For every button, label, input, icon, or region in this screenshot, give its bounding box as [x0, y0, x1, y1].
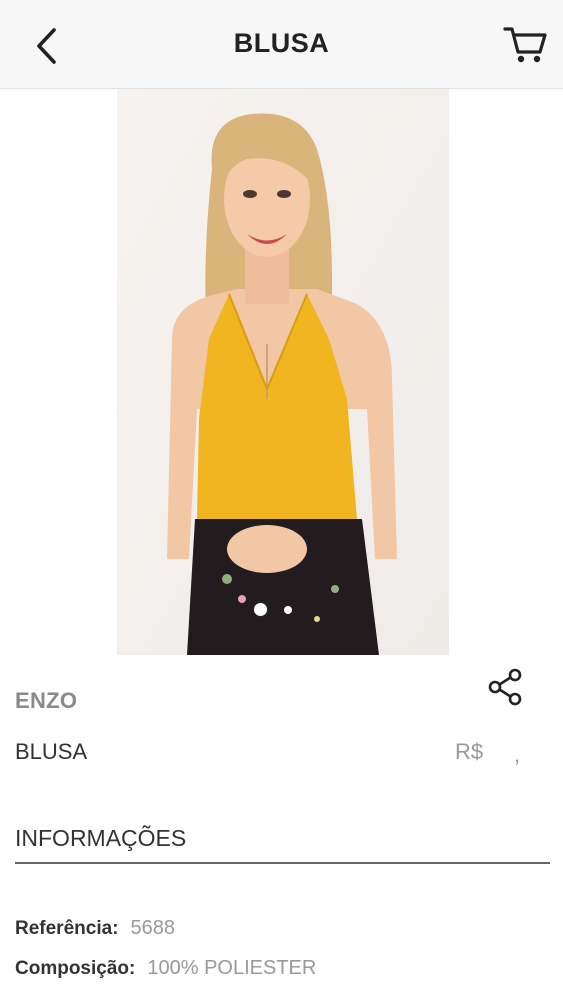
gallery-dot[interactable]: [283, 604, 293, 615]
composition-row: Composição: 100% POLIESTER: [15, 957, 316, 980]
shopping-cart-icon: [503, 24, 547, 64]
top-bar: BLUSA: [0, 0, 563, 89]
gallery-dot-active[interactable]: [252, 601, 269, 618]
product-brand: ENZO: [15, 688, 78, 713]
product-image[interactable]: [117, 89, 449, 655]
product-name: BLUSA: [15, 739, 88, 764]
reference-label: Referência:: [15, 918, 119, 939]
product-photo: [117, 89, 449, 655]
price-separator: ,: [514, 742, 521, 767]
price-currency: R$: [455, 739, 484, 764]
composition-label: Composição:: [15, 958, 136, 979]
cart-button[interactable]: [501, 22, 549, 66]
info-section-heading[interactable]: INFORMAÇÕES: [15, 825, 186, 852]
reference-value: 5688: [130, 917, 176, 939]
reference-row: Referência: 5688: [15, 917, 175, 940]
gallery-indicator: [252, 601, 293, 618]
share-icon: [486, 667, 530, 707]
section-divider: [15, 862, 550, 864]
share-button[interactable]: [486, 667, 530, 711]
composition-value: 100% POLIESTER: [147, 957, 317, 979]
page-title: BLUSA: [233, 28, 330, 58]
